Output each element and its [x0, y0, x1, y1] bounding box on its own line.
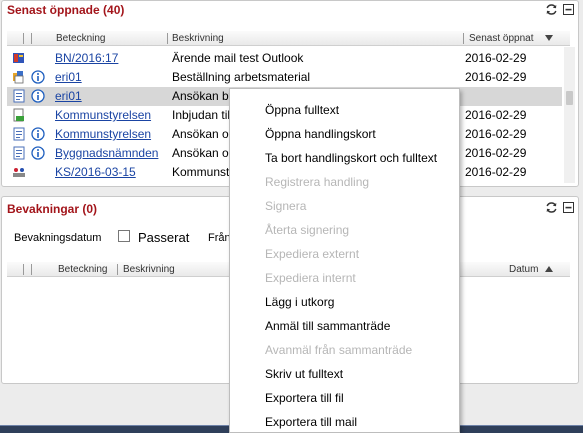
menu-item-report-to-meeting[interactable]: Anmäl till sammanträde: [265, 319, 390, 333]
context-menu: Öppna fulltext Öppna handlingskort Ta bo…: [229, 88, 460, 433]
passed-checkbox[interactable]: [118, 230, 130, 242]
row-designation-link[interactable]: Kommunstyrelsen: [55, 108, 151, 122]
row-date: 2016-02-29: [465, 70, 527, 84]
row-date: 2016-02-29: [465, 146, 527, 160]
menu-item-unreport-from-meeting: Avanmäl från sammanträde: [265, 343, 413, 357]
row-designation-link[interactable]: eri01: [55, 70, 82, 84]
document-icon: [13, 89, 25, 103]
column-separator: [31, 264, 32, 275]
case-binder-icon: [13, 53, 24, 63]
recent-panel-title: Senast öppnade (40): [7, 3, 125, 17]
refresh-icon[interactable]: [545, 3, 558, 16]
info-icon[interactable]: [31, 127, 45, 141]
row-description: Ansökan bygglov: [172, 89, 236, 103]
row-description: Beställning arbetsmaterial: [172, 70, 311, 84]
info-icon[interactable]: [31, 89, 45, 103]
collapse-icon[interactable]: [562, 3, 575, 16]
row-date: 2016-02-29: [465, 127, 527, 141]
column-separator: [23, 33, 24, 44]
recent-scrollbar[interactable]: [564, 47, 575, 183]
menu-item-export-to-mail[interactable]: Exportera till mail: [265, 415, 357, 429]
watch-date-label: Bevakningsdatum: [14, 232, 102, 244]
row-date: 2016-02-29: [465, 108, 527, 122]
row-designation-link[interactable]: Kommunstyrelsen: [55, 127, 151, 141]
row-date: 2016-02-29: [465, 165, 527, 179]
column-separator: [23, 264, 24, 275]
document-stack-icon: [13, 71, 24, 84]
scroll-thumb[interactable]: [566, 91, 573, 105]
menu-item-revoke-signature: Återta signering: [265, 223, 350, 237]
passed-label: Passerat: [138, 230, 190, 245]
menu-item-open-document-card[interactable]: Öppna handlingskort: [265, 127, 376, 141]
row-description: Ansökan om: [172, 127, 236, 141]
document-icon: [13, 127, 25, 141]
column-separator: [117, 264, 118, 275]
row-description: Inbjudan till: [172, 108, 233, 122]
header-designation[interactable]: Beteckning: [56, 33, 105, 44]
row-designation-link[interactable]: eri01: [55, 89, 82, 103]
menu-item-sign: Signera: [265, 199, 307, 213]
recent-table-header: Beteckning Beskrivning Senast öppnat: [7, 31, 570, 46]
row-designation-link[interactable]: KS/2016-03-15: [55, 165, 136, 179]
refresh-icon[interactable]: [545, 201, 558, 214]
header-last-opened[interactable]: Senast öppnat: [469, 33, 534, 44]
menu-item-dispatch-external: Expediera externt: [265, 247, 360, 261]
menu-item-dispatch-internal: Expediera internt: [265, 271, 356, 285]
header-description[interactable]: Beskrivning: [123, 264, 175, 275]
header-designation[interactable]: Beteckning: [58, 264, 107, 275]
row-designation-link[interactable]: BN/2016:17: [55, 51, 118, 65]
document-green-icon: [13, 108, 24, 122]
menu-item-delete-card-and-fulltext[interactable]: Ta bort handlingskort och fulltext: [265, 151, 437, 165]
info-icon[interactable]: [31, 146, 45, 160]
menu-item-print-fulltext[interactable]: Skriv ut fulltext: [265, 367, 343, 381]
menu-item-open-fulltext[interactable]: Öppna fulltext: [265, 103, 339, 117]
menu-item-export-to-file[interactable]: Exportera till fil: [265, 391, 344, 405]
row-designation-link[interactable]: Byggnadsnämnden: [55, 146, 158, 160]
sort-desc-icon[interactable]: [545, 35, 553, 42]
sort-asc-icon[interactable]: [545, 266, 553, 273]
row-description: Ansökan om: [172, 146, 236, 160]
watch-panel-tools: [545, 201, 575, 214]
column-separator: [31, 33, 32, 44]
menu-item-register-document: Registrera handling: [265, 175, 370, 189]
collapse-icon[interactable]: [562, 201, 575, 214]
watch-panel-title: Bevakningar (0): [7, 202, 98, 216]
from-label: Från: [208, 232, 231, 244]
document-icon: [13, 146, 25, 160]
row-description: Ärende mail test Outlook: [172, 51, 304, 65]
meeting-icon: [13, 168, 25, 177]
recent-panel-tools: [545, 3, 575, 16]
menu-item-add-to-outbox[interactable]: Lägg i utkorg: [265, 295, 334, 309]
column-separator: [167, 33, 168, 44]
row-description: Kommunstyrelsen: [172, 165, 236, 179]
info-icon[interactable]: [31, 70, 45, 84]
table-row[interactable]: eri01 Beställning arbetsmaterial 2016-02…: [7, 68, 562, 87]
column-separator: [463, 33, 464, 44]
header-description[interactable]: Beskrivning: [172, 33, 224, 44]
table-row[interactable]: BN/2016:17 Ärende mail test Outlook 2016…: [7, 49, 562, 68]
row-date: 2016-02-29: [465, 51, 527, 65]
header-date[interactable]: Datum: [509, 264, 538, 275]
